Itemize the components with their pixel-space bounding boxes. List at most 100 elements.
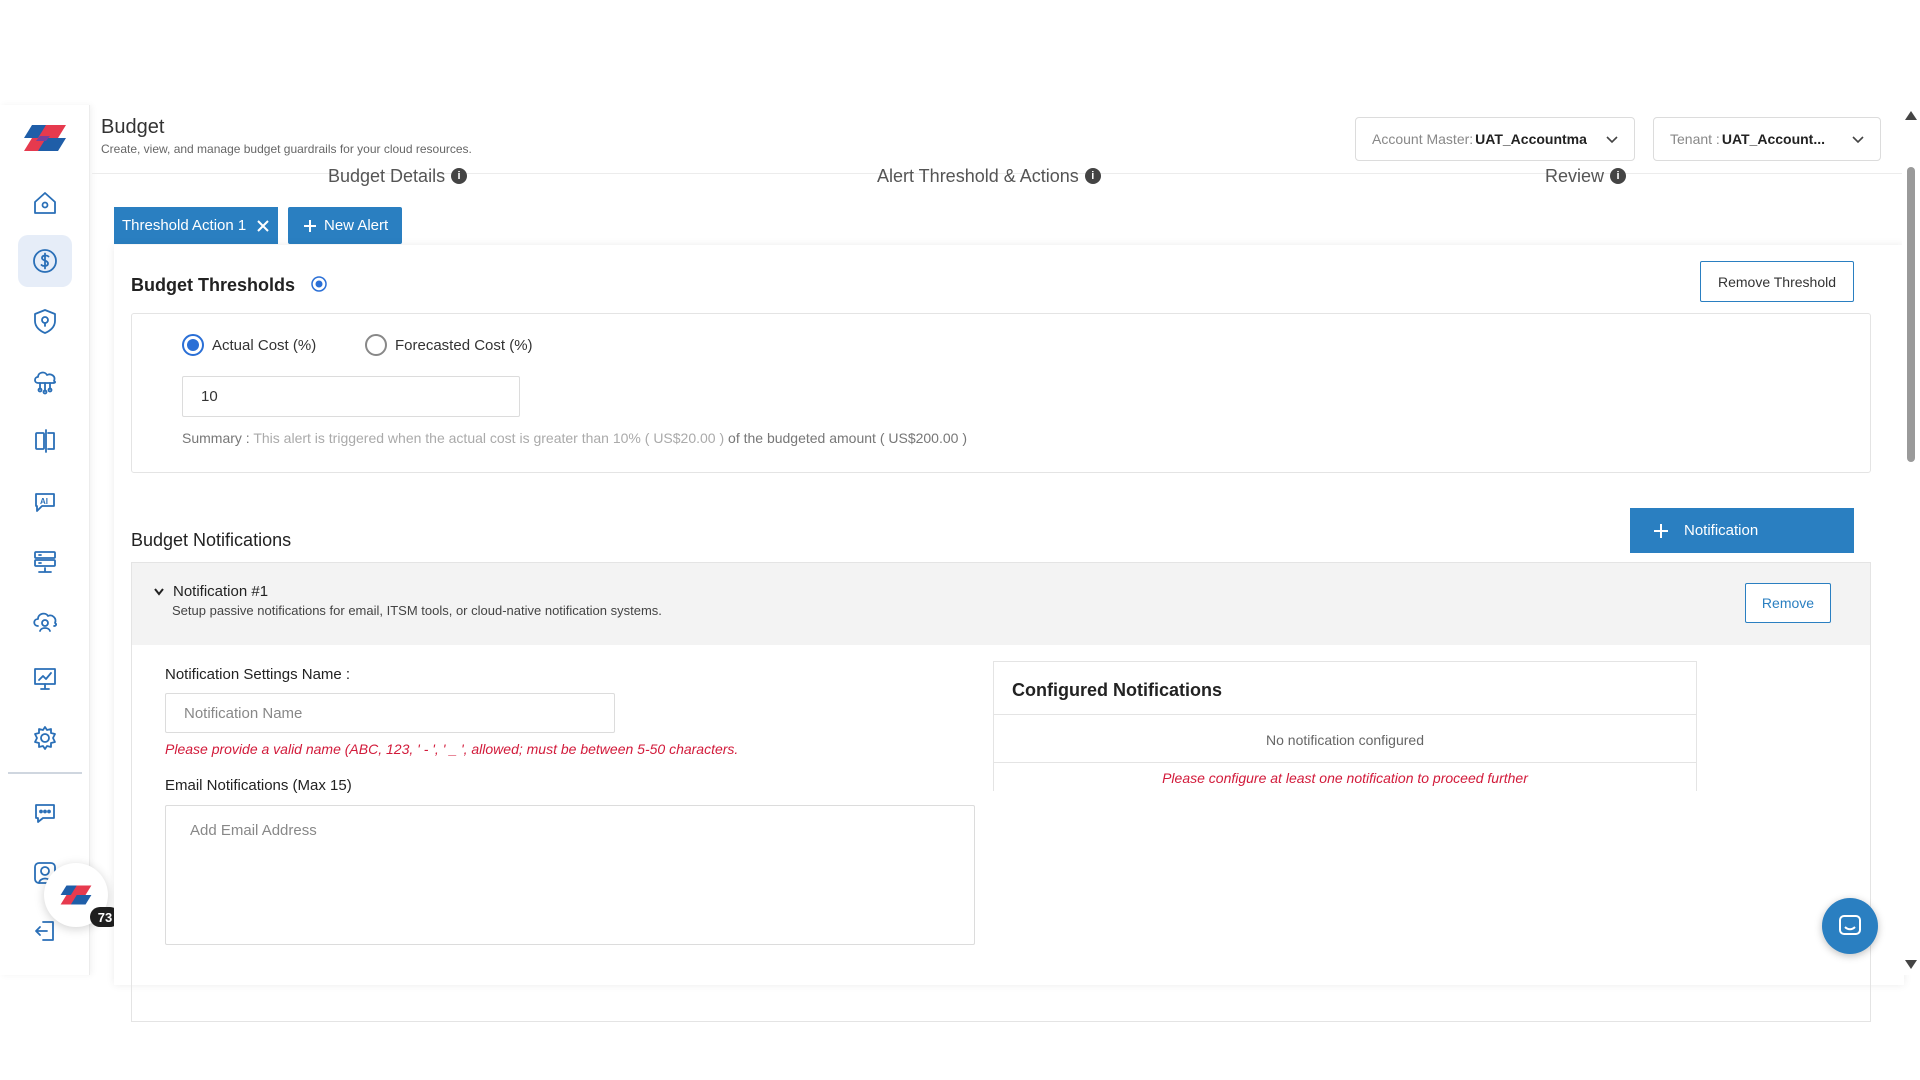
new-alert-label: New Alert <box>324 217 389 234</box>
summary-amount: ( US$20.00 ) <box>644 430 725 446</box>
radio-selected-icon <box>182 334 204 356</box>
budget-notifications-title: Budget Notifications <box>131 530 292 550</box>
sidebar-item-security[interactable] <box>18 295 72 347</box>
threshold-card: Budget Thresholds Remove Threshold Actua… <box>114 245 1904 1022</box>
budget-thresholds-title: Budget Thresholds <box>131 275 328 296</box>
account-master-value: UAT_Accountma <box>1475 131 1587 147</box>
notification-title-text: Notification #1 <box>173 583 269 600</box>
step-review[interactable]: Review i <box>1545 165 1627 187</box>
step-label: Alert Threshold & Actions <box>877 165 1079 186</box>
sidebar-item-cloud-users[interactable] <box>18 595 72 647</box>
radio-unselected-icon <box>365 334 387 356</box>
svg-text:AI: AI <box>40 497 48 506</box>
info-icon: i <box>451 168 468 184</box>
add-notification-label: Notification <box>1684 522 1759 539</box>
account-master-dropdown[interactable]: Account Master: UAT_Accountma <box>1355 117 1635 161</box>
ai-chat-icon: AI <box>35 493 55 512</box>
step-label: Budget Details <box>328 165 446 186</box>
configured-notifications-title: Configured Notifications <box>1012 680 1222 700</box>
sidebar-item-servers[interactable] <box>18 535 72 587</box>
vertical-scrollbar[interactable] <box>1902 105 1920 975</box>
app-screen: AI 73 Budget Create, view, and manage bu… <box>0 105 1920 1022</box>
sidebar-item-settings[interactable] <box>18 712 72 764</box>
forecasted-cost-label: Forecasted Cost (%) <box>395 336 533 354</box>
tab-label: Threshold Action 1 <box>122 217 247 234</box>
step-alert-threshold[interactable]: Alert Threshold & Actions i <box>877 165 1101 187</box>
add-notification-button[interactable]: Notification <box>1630 508 1854 553</box>
configured-notifications-empty: No notification configured <box>1266 732 1424 748</box>
tenant-value: UAT_Account... <box>1721 131 1826 147</box>
email-address-input[interactable]: Add Email Address <box>165 805 975 945</box>
server-icon <box>34 551 56 573</box>
threshold-settings-box: Actual Cost (%) Forecasted Cost (%) 10 S… <box>131 313 1871 473</box>
app-logo[interactable] <box>22 123 68 153</box>
configured-notifications-error: Please configure at least one notificati… <box>1162 770 1528 786</box>
chevron-down-icon <box>1852 136 1864 144</box>
notification-panel: Notification #1 Setup passive notificati… <box>131 562 1871 1022</box>
config-divider <box>994 714 1696 715</box>
threshold-summary: Summary : This alert is triggered when t… <box>182 430 967 446</box>
summary-text: This alert is triggered when the actual … <box>253 430 641 446</box>
app-logo-small-icon <box>60 885 92 905</box>
tenant-label: Tenant : <box>1670 131 1720 147</box>
gear-icon <box>34 726 56 750</box>
scroll-down-arrow-icon[interactable] <box>1905 960 1917 969</box>
cloud-network-icon <box>34 371 56 395</box>
sidebar-item-budget[interactable] <box>18 235 72 287</box>
sidebar-divider <box>8 772 82 774</box>
chevron-down-icon <box>1606 136 1618 144</box>
sidebar-item-cloud-network[interactable] <box>18 355 72 407</box>
page-title: Budget <box>101 116 165 138</box>
sidebar: AI <box>0 105 90 975</box>
email-notifications-label: Email Notifications (Max 15) <box>165 777 352 794</box>
notification-title[interactable]: Notification #1 <box>153 583 268 600</box>
budget-thresholds-title-text: Budget Thresholds <box>131 275 296 295</box>
notification-name-input[interactable]: Notification Name <box>165 693 615 733</box>
actual-cost-label: Actual Cost (%) <box>212 336 317 354</box>
account-master-label: Account Master: <box>1372 131 1474 147</box>
chat-launcher-button[interactable] <box>1822 898 1878 954</box>
notification-settings-label: Notification Settings Name : <box>165 666 351 683</box>
presentation-icon <box>34 668 56 690</box>
sidebar-item-support-chat[interactable] <box>18 787 72 839</box>
sidebar-item-ai[interactable]: AI <box>18 475 72 527</box>
sidebar-item-reports[interactable] <box>18 653 72 705</box>
remove-notification-button[interactable]: Remove <box>1745 583 1831 623</box>
scroll-up-arrow-icon[interactable] <box>1905 111 1917 120</box>
summary-label: Summary : <box>182 430 250 446</box>
notification-description: Setup passive notifications for email, I… <box>172 603 662 618</box>
chat-bubble-icon <box>1839 915 1861 935</box>
chat-icon <box>35 804 55 823</box>
dollar-icon <box>33 249 57 273</box>
radio-target-icon <box>311 276 327 292</box>
step-budget-details[interactable]: Budget Details i <box>328 165 468 187</box>
chevron-down-icon <box>154 587 164 596</box>
plus-icon <box>1654 523 1668 538</box>
forecasted-cost-radio[interactable]: Forecasted Cost (%) <box>365 334 533 356</box>
tab-threshold-action-1[interactable]: Threshold Action 1 <box>114 207 279 244</box>
shield-icon <box>34 309 56 334</box>
remove-threshold-button[interactable]: Remove Threshold <box>1700 261 1854 302</box>
close-icon[interactable] <box>256 219 270 233</box>
configured-notifications-box: Configured Notifications No notification… <box>993 661 1697 791</box>
new-alert-button[interactable]: New Alert <box>288 207 403 244</box>
actual-cost-radio[interactable]: Actual Cost (%) <box>182 334 316 356</box>
page-subtitle: Create, view, and manage budget guardrai… <box>101 142 472 156</box>
sidebar-item-home[interactable] <box>18 177 72 229</box>
summary-budget-amount: of the budgeted amount ( US$200.00 ) <box>728 430 967 446</box>
logout-icon <box>35 921 54 941</box>
config-divider <box>994 762 1696 763</box>
tenant-dropdown[interactable]: Tenant : UAT_Account... <box>1653 117 1881 161</box>
cloud-user-icon <box>33 612 57 632</box>
compare-icon <box>35 429 55 453</box>
sidebar-item-compare[interactable] <box>18 415 72 467</box>
info-icon: i <box>1084 168 1101 184</box>
plus-icon <box>304 219 316 232</box>
threshold-percent-input[interactable]: 10 <box>182 376 520 417</box>
notification-header[interactable]: Notification #1 Setup passive notificati… <box>132 563 1870 645</box>
scroll-thumb[interactable] <box>1907 167 1915 462</box>
info-icon: i <box>1610 168 1627 184</box>
home-icon <box>34 192 56 214</box>
step-label: Review <box>1545 165 1605 186</box>
notification-name-error: Please provide a valid name (ABC, 123, '… <box>165 741 739 757</box>
